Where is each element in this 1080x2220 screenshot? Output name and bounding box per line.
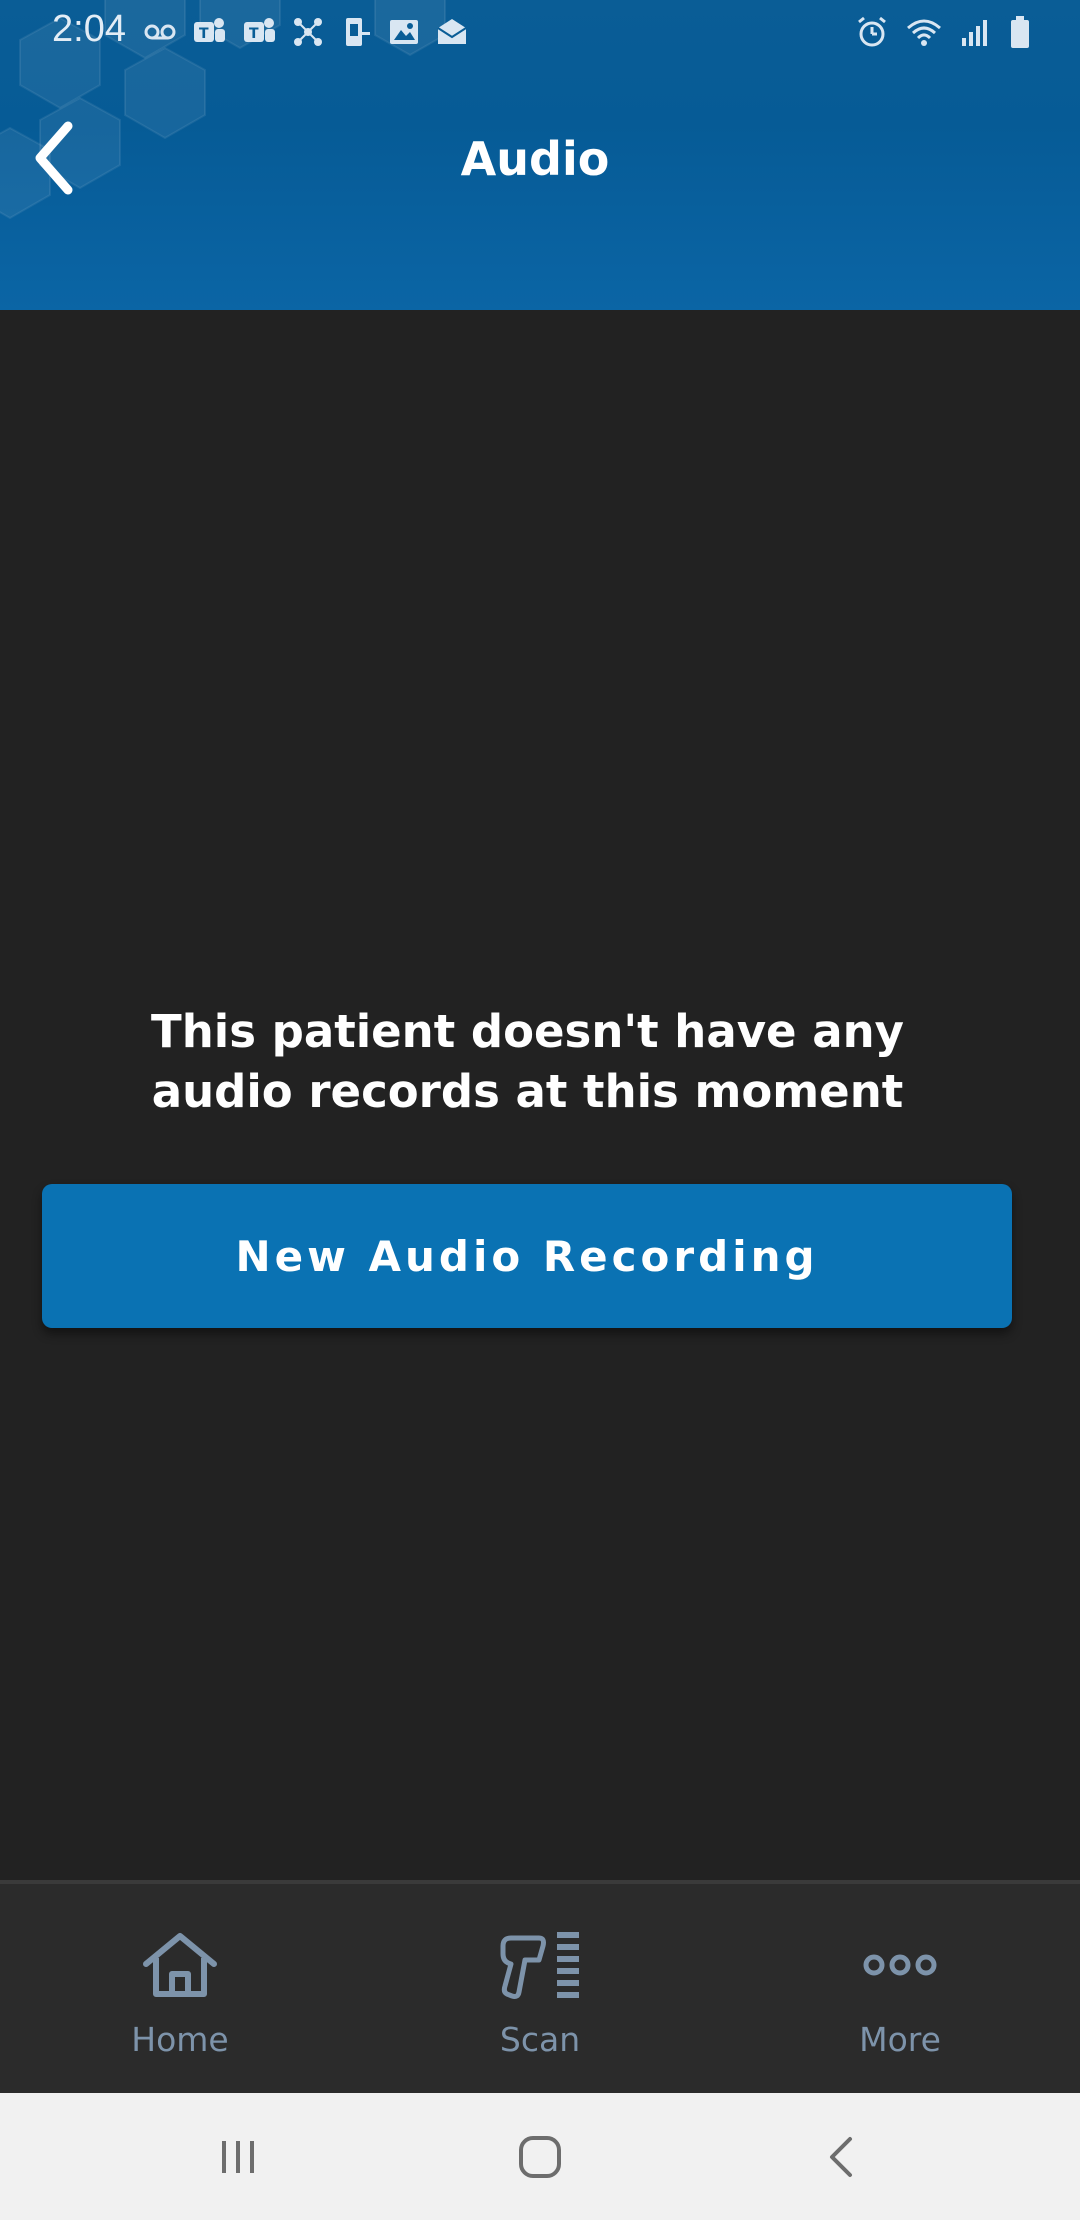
nav-item-more[interactable]: More (750, 1884, 1050, 2097)
signal-icon (958, 14, 994, 50)
empty-state-line-1: This patient doesn't have any (151, 1005, 904, 1058)
svg-text:T: T (199, 26, 209, 42)
image-icon (386, 14, 422, 50)
wifi-icon (904, 14, 944, 50)
nav-item-scan[interactable]: Scan (390, 1884, 690, 2097)
empty-state-line-2: audio records at this moment (151, 1065, 904, 1118)
notification-icons: T T (142, 14, 470, 50)
battery-icon (1008, 14, 1032, 50)
nav-label-home: Home (131, 2020, 229, 2059)
alarm-icon (854, 14, 890, 50)
bottom-navigation: Home Scan More (0, 1880, 1080, 2097)
empty-state-message: This patient doesn't have any audio reco… (60, 1002, 995, 1122)
system-navigation-bar (0, 2093, 1080, 2220)
new-audio-recording-button[interactable]: New Audio Recording (42, 1184, 1012, 1328)
voicemail-icon (142, 14, 178, 50)
home-icon (30, 1930, 330, 2010)
network-icon (290, 14, 326, 50)
status-bar: 2:04 T T (0, 0, 1080, 64)
system-status-icons (854, 14, 1032, 50)
barcode-scanner-icon (390, 1930, 690, 2010)
app-header: 2:04 T T Audio (0, 0, 1080, 310)
device-icon (338, 14, 374, 50)
home-circle-icon[interactable] (500, 2127, 580, 2187)
nav-label-more: More (859, 2020, 941, 2059)
system-back-icon[interactable] (802, 2127, 882, 2187)
nav-item-home[interactable]: Home (30, 1884, 330, 2097)
mail-icon (434, 14, 470, 50)
teams-icon: T (190, 14, 228, 50)
recent-apps-icon[interactable] (198, 2127, 278, 2187)
svg-text:T: T (249, 26, 259, 42)
page-title: Audio (460, 132, 610, 186)
status-time: 2:04 (52, 8, 126, 50)
teams-icon: T (240, 14, 278, 50)
more-dots-icon (750, 1930, 1050, 2010)
nav-label-scan: Scan (499, 2020, 581, 2059)
